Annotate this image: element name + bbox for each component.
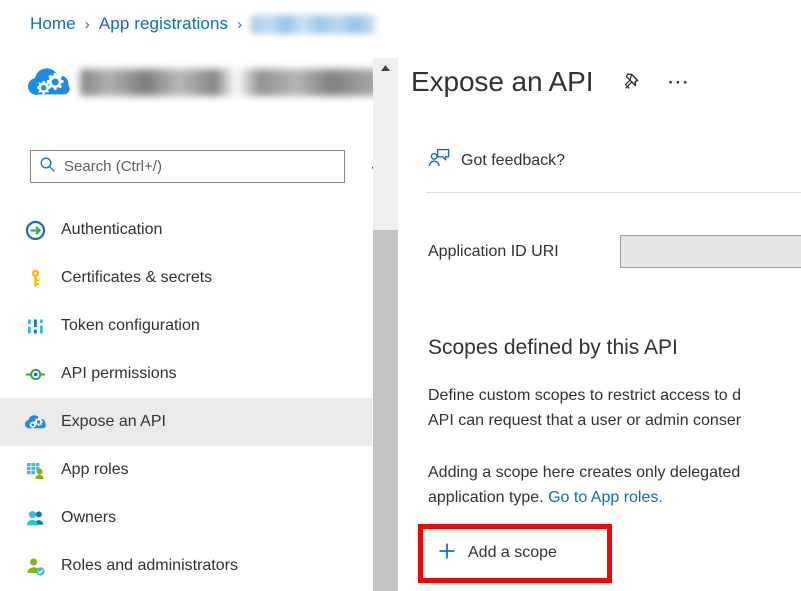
cloud-gears-icon (26, 62, 70, 102)
pin-icon[interactable] (615, 67, 645, 97)
search-input[interactable] (64, 158, 336, 175)
api-permissions-icon (24, 363, 46, 385)
scopes-description-paragraph-1: Define custom scopes to restrict access … (428, 383, 801, 433)
got-feedback-button[interactable]: Got feedback? (428, 148, 565, 174)
owners-icon (24, 507, 46, 529)
sidebar-nav-list: Authentication Certificates & secrets (0, 206, 372, 590)
sidebar-item-label: Owners (61, 509, 116, 527)
main-content: Got feedback? Application ID URI Scopes … (398, 140, 801, 591)
sidebar: « Authentication (0, 140, 398, 591)
sidebar-item-label: Roles and administrators (61, 557, 238, 575)
search-icon (39, 156, 56, 178)
azure-portal-expose-an-api-page: Home › App registrations › Expose an API (0, 0, 801, 591)
roles-admin-icon (24, 555, 46, 577)
sidebar-item-authentication[interactable]: Authentication (0, 206, 372, 254)
application-id-uri-row: Application ID URI (428, 235, 801, 268)
sidebar-item-label: Authentication (61, 221, 162, 239)
token-icon (24, 315, 46, 337)
breadcrumb-item-app-registrations[interactable]: App registrations (99, 14, 228, 34)
sidebar-item-roles-and-administrators[interactable]: Roles and administrators (0, 542, 372, 590)
breadcrumb-separator: › (237, 16, 242, 33)
command-bar-divider (426, 192, 801, 193)
sidebar-search-row: « (30, 150, 388, 183)
scrollbar-thumb[interactable] (373, 230, 398, 591)
plus-icon (438, 542, 456, 565)
page-title-app-name-redacted (80, 69, 380, 96)
key-icon (24, 267, 46, 289)
scroll-up-icon[interactable] (373, 58, 398, 77)
sidebar-item-certificates-and-secrets[interactable]: Certificates & secrets (0, 254, 372, 302)
sidebar-item-label: Certificates & secrets (61, 269, 212, 287)
breadcrumb-item-app-name-redacted[interactable] (251, 15, 375, 34)
got-feedback-label: Got feedback? (461, 152, 565, 170)
sidebar-item-expose-an-api[interactable]: Expose an API (0, 398, 372, 446)
sidebar-item-token-configuration[interactable]: Token configuration (0, 302, 372, 350)
sidebar-item-label: API permissions (61, 365, 177, 383)
sidebar-item-app-roles[interactable]: App roles (0, 446, 372, 494)
sidebar-scrollbar[interactable] (373, 58, 398, 591)
go-to-app-roles-link[interactable]: Go to App roles. (548, 489, 663, 506)
add-a-scope-label: Add a scope (468, 544, 557, 562)
scopes-section-title: Scopes defined by this API (428, 336, 678, 360)
page-header: Expose an API ⋯ (26, 57, 693, 107)
feedback-person-icon (428, 148, 450, 174)
breadcrumb: Home › App registrations › (30, 14, 375, 34)
cloud-gears-icon (24, 411, 46, 433)
breadcrumb-item-home[interactable]: Home (30, 14, 76, 34)
authentication-icon (24, 219, 46, 241)
scopes-description-paragraph-2: Adding a scope here creates only delegat… (428, 460, 801, 510)
sidebar-item-owners[interactable]: Owners (0, 494, 372, 542)
sidebar-item-label: Token configuration (61, 317, 200, 335)
app-roles-icon (24, 459, 46, 481)
page-title: Expose an API (411, 66, 593, 98)
application-id-uri-label: Application ID URI (428, 243, 620, 261)
add-a-scope-button[interactable]: Add a scope (426, 532, 571, 574)
scrollbar-track-upper[interactable] (373, 77, 398, 230)
search-input-wrapper[interactable] (30, 150, 345, 183)
sidebar-item-label: Expose an API (61, 413, 166, 431)
sidebar-item-label: App roles (61, 461, 129, 479)
application-id-uri-input[interactable] (620, 235, 801, 268)
sidebar-item-api-permissions[interactable]: API permissions (0, 350, 372, 398)
ellipsis-icon[interactable]: ⋯ (663, 67, 693, 97)
breadcrumb-separator: › (85, 16, 90, 33)
